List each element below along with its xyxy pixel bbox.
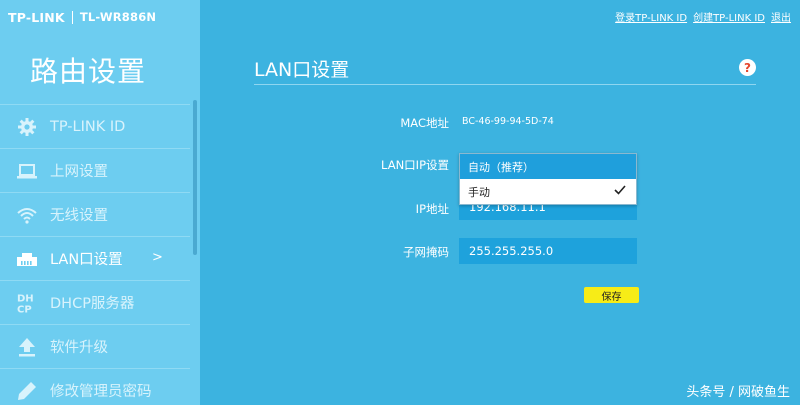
save-button[interactable]: 保存 bbox=[584, 287, 639, 303]
brand-divider bbox=[71, 10, 73, 24]
create-id-link[interactable]: 创建TP-LINK ID bbox=[693, 9, 765, 24]
brand-name: TP-LINK bbox=[8, 9, 65, 25]
sidebar-title: 路由设置 bbox=[30, 55, 147, 88]
help-icon[interactable]: ? bbox=[739, 59, 756, 76]
upload-icon bbox=[16, 336, 38, 358]
dhcp-icon: DH CP bbox=[16, 292, 38, 314]
sidebar-item-password[interactable]: 修改管理员密码 bbox=[0, 368, 190, 405]
ip-label: IP地址 bbox=[415, 202, 449, 216]
wifi-icon bbox=[16, 204, 38, 226]
sidebar-item-upgrade[interactable]: 软件升级 bbox=[0, 324, 190, 368]
pencil-icon bbox=[16, 380, 38, 402]
sidebar-nav: TP-LINK ID 上网设置 无线设置 LAN口设置 > DHCP DHCP bbox=[0, 104, 190, 405]
svg-text:CP: CP bbox=[17, 304, 32, 314]
brand-logo: TP-LINK TL-WR886N bbox=[8, 7, 156, 27]
lan-icon bbox=[16, 248, 38, 270]
chevron-right-icon: > bbox=[152, 250, 163, 265]
login-link[interactable]: 登录TP-LINK ID bbox=[615, 9, 687, 24]
mac-value: BC-46-99-94-5D-74 bbox=[462, 116, 554, 127]
mac-label: MAC地址 bbox=[400, 116, 449, 130]
title-divider bbox=[254, 84, 756, 85]
sidebar: TP-LINK TL-WR886N 路由设置 TP-LINK ID 上网设置 无… bbox=[0, 0, 200, 405]
subnet-mask-input[interactable]: 255.255.255.0 bbox=[459, 238, 637, 264]
sidebar-item-wireless[interactable]: 无线设置 bbox=[0, 192, 190, 236]
sidebar-item-lan[interactable]: LAN口设置 > bbox=[0, 236, 190, 280]
gear-icon bbox=[16, 116, 38, 138]
page-title: LAN口设置 bbox=[254, 59, 350, 81]
top-links: 登录TP-LINK ID 创建TP-LINK ID 退出 bbox=[615, 9, 791, 24]
laptop-icon bbox=[16, 160, 38, 182]
lan-ip-setting-label: LAN口IP设置 bbox=[381, 158, 449, 172]
sidebar-item-tplink-id[interactable]: TP-LINK ID bbox=[0, 104, 190, 148]
dropdown-option-manual[interactable]: 手动 bbox=[460, 179, 636, 204]
sidebar-item-label: DHCP服务器 bbox=[50, 296, 135, 312]
sidebar-item-label: 上网设置 bbox=[50, 164, 108, 180]
subnet-mask-label: 子网掩码 bbox=[403, 245, 449, 259]
sidebar-item-label: 无线设置 bbox=[50, 208, 108, 224]
subnet-mask-value: 255.255.255.0 bbox=[469, 244, 554, 258]
sidebar-item-internet[interactable]: 上网设置 bbox=[0, 148, 190, 192]
lan-ip-setting-dropdown[interactable]: 自动（推荐） 手动 bbox=[459, 153, 637, 205]
sidebar-item-dhcp[interactable]: DH CP DHCP服务器 bbox=[0, 280, 190, 324]
dropdown-option-auto[interactable]: 自动（推荐） bbox=[460, 154, 636, 179]
logout-link[interactable]: 退出 bbox=[771, 9, 791, 24]
svg-text:DH: DH bbox=[17, 293, 34, 304]
sidebar-scrollbar[interactable] bbox=[193, 100, 197, 255]
sidebar-item-label: 修改管理员密码 bbox=[50, 384, 152, 400]
checkmark-icon bbox=[614, 185, 626, 195]
watermark: 头条号 / 网破鱼生 bbox=[686, 385, 790, 400]
sidebar-item-label: 软件升级 bbox=[50, 340, 108, 356]
sidebar-item-label: LAN口设置 bbox=[50, 252, 123, 268]
sidebar-item-label: TP-LINK ID bbox=[50, 118, 126, 135]
model-name: TL-WR886N bbox=[79, 10, 157, 24]
